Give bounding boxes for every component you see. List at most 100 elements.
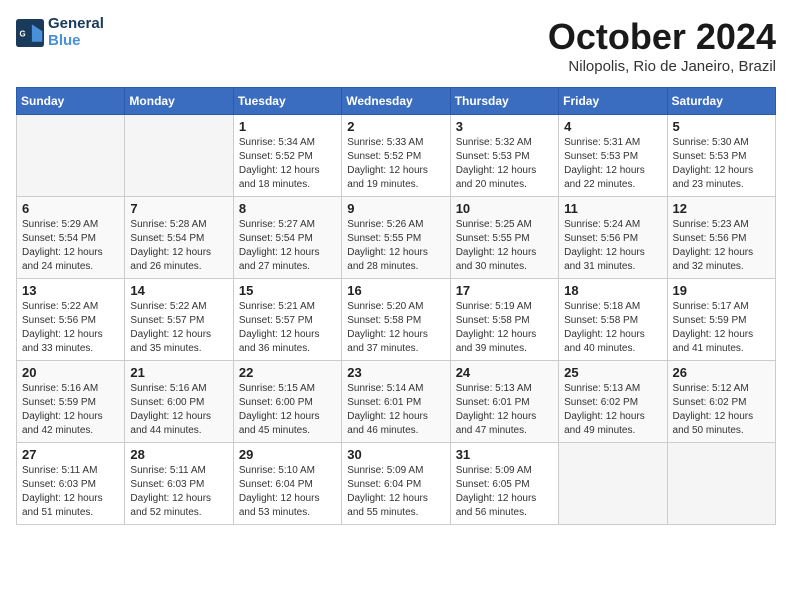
day-number: 16 (347, 283, 444, 298)
day-info: Sunrise: 5:10 AMSunset: 6:04 PMDaylight:… (239, 464, 336, 520)
calendar-cell: 5Sunrise: 5:30 AMSunset: 5:53 PMDaylight… (667, 115, 775, 197)
title-block: October 2024 Nilopolis, Rio de Janeiro, … (548, 16, 776, 75)
day-info: Sunrise: 5:25 AMSunset: 5:55 PMDaylight:… (456, 218, 553, 274)
day-number: 15 (239, 283, 336, 298)
calendar-cell (667, 443, 775, 525)
day-info: Sunrise: 5:16 AMSunset: 5:59 PMDaylight:… (22, 382, 119, 438)
day-number: 7 (130, 201, 227, 216)
day-info: Sunrise: 5:17 AMSunset: 5:59 PMDaylight:… (673, 300, 770, 356)
weekday-header-thursday: Thursday (450, 88, 558, 115)
week-row-5: 27Sunrise: 5:11 AMSunset: 6:03 PMDayligh… (17, 443, 776, 525)
weekday-header-wednesday: Wednesday (342, 88, 450, 115)
calendar-cell: 6 Sunrise: 5:29 AMSunset: 5:54 PMDaylight… (17, 197, 125, 279)
calendar-cell: 9Sunrise: 5:26 AMSunset: 5:55 PMDaylight… (342, 197, 450, 279)
day-number: 10 (456, 201, 553, 216)
day-info: Sunrise: 5:30 AMSunset: 5:53 PMDaylight:… (673, 136, 770, 192)
day-number: 25 (564, 365, 661, 380)
day-info: Sunrise: 5:33 AMSunset: 5:52 PMDaylight:… (347, 136, 444, 192)
day-info: Sunrise: 5:12 AMSunset: 6:02 PMDaylight:… (673, 382, 770, 438)
day-number: 29 (239, 447, 336, 462)
day-number: 1 (239, 119, 336, 134)
day-info: Sunrise: 5:21 AMSunset: 5:57 PMDaylight:… (239, 300, 336, 356)
day-info: Sunrise: 5:14 AMSunset: 6:01 PMDaylight:… (347, 382, 444, 438)
calendar-cell: 18Sunrise: 5:18 AMSunset: 5:58 PMDayligh… (559, 279, 667, 361)
day-number: 3 (456, 119, 553, 134)
weekday-header-tuesday: Tuesday (233, 88, 341, 115)
day-info: Sunrise: 5:34 AMSunset: 5:52 PMDaylight:… (239, 136, 336, 192)
month-title: October 2024 (548, 16, 776, 58)
calendar-cell: 12 Sunrise: 5:23 AMSunset: 5:56 PMDayligh… (667, 197, 775, 279)
week-row-2: 6 Sunrise: 5:29 AMSunset: 5:54 PMDaylight… (17, 197, 776, 279)
day-info: Sunrise: 5:13 AMSunset: 6:02 PMDaylight:… (564, 382, 661, 438)
day-number: 31 (456, 447, 553, 462)
week-row-3: 13 Sunrise: 5:22 AMSunset: 5:56 PMDayligh… (17, 279, 776, 361)
calendar-cell: 4 Sunrise: 5:31 AMSunset: 5:53 PMDaylight… (559, 115, 667, 197)
logo: G General Blue (16, 16, 104, 49)
calendar-cell: 8 Sunrise: 5:27 AMSunset: 5:54 PMDaylight… (233, 197, 341, 279)
calendar-cell: 30Sunrise: 5:09 AMSunset: 6:04 PMDayligh… (342, 443, 450, 525)
day-number: 22 (239, 365, 336, 380)
day-info: Sunrise: 5:31 AMSunset: 5:53 PMDaylight:… (564, 136, 661, 192)
calendar-cell (17, 115, 125, 197)
calendar-cell (125, 115, 233, 197)
day-info: Sunrise: 5:19 AMSunset: 5:58 PMDaylight:… (456, 300, 553, 356)
day-number: 28 (130, 447, 227, 462)
day-number: 24 (456, 365, 553, 380)
day-number: 20 (22, 365, 119, 380)
day-number: 2 (347, 119, 444, 134)
calendar-cell: 22 Sunrise: 5:15 AMSunset: 6:00 PMDayligh… (233, 361, 341, 443)
calendar-cell: 13 Sunrise: 5:22 AMSunset: 5:56 PMDayligh… (17, 279, 125, 361)
calendar-cell: 25 Sunrise: 5:13 AMSunset: 6:02 PMDayligh… (559, 361, 667, 443)
day-info: Sunrise: 5:24 AMSunset: 5:56 PMDaylight:… (564, 218, 661, 274)
calendar-cell: 31Sunrise: 5:09 AMSunset: 6:05 PMDayligh… (450, 443, 558, 525)
calendar-cell: 23 Sunrise: 5:14 AMSunset: 6:01 PMDayligh… (342, 361, 450, 443)
day-info: Sunrise: 5:22 AMSunset: 5:56 PMDaylight:… (22, 300, 119, 356)
calendar-cell: 1 Sunrise: 5:34 AMSunset: 5:52 PMDaylight… (233, 115, 341, 197)
calendar-cell: 28Sunrise: 5:11 AMSunset: 6:03 PMDayligh… (125, 443, 233, 525)
page-header: G General Blue October 2024 Nilopolis, R… (16, 16, 776, 75)
calendar-cell: 11 Sunrise: 5:24 AMSunset: 5:56 PMDayligh… (559, 197, 667, 279)
day-info: Sunrise: 5:29 AMSunset: 5:54 PMDaylight:… (22, 218, 119, 274)
calendar-cell: 15 Sunrise: 5:21 AMSunset: 5:57 PMDayligh… (233, 279, 341, 361)
day-info: Sunrise: 5:27 AMSunset: 5:54 PMDaylight:… (239, 218, 336, 274)
calendar-cell: 2 Sunrise: 5:33 AMSunset: 5:52 PMDaylight… (342, 115, 450, 197)
location: Nilopolis, Rio de Janeiro, Brazil (548, 58, 776, 75)
calendar-cell: 7 Sunrise: 5:28 AMSunset: 5:54 PMDaylight… (125, 197, 233, 279)
day-number: 8 (239, 201, 336, 216)
logo-icon: G (16, 19, 44, 47)
day-info: Sunrise: 5:11 AMSunset: 6:03 PMDaylight:… (22, 464, 119, 520)
day-number: 11 (564, 201, 661, 216)
day-number: 12 (673, 201, 770, 216)
calendar-cell: 26 Sunrise: 5:12 AMSunset: 6:02 PMDayligh… (667, 361, 775, 443)
calendar-cell: 19 Sunrise: 5:17 AMSunset: 5:59 PMDayligh… (667, 279, 775, 361)
day-number: 4 (564, 119, 661, 134)
day-number: 14 (130, 283, 227, 298)
weekday-header-friday: Friday (559, 88, 667, 115)
day-number: 23 (347, 365, 444, 380)
day-info: Sunrise: 5:28 AMSunset: 5:54 PMDaylight:… (130, 218, 227, 274)
day-number: 17 (456, 283, 553, 298)
day-number: 26 (673, 365, 770, 380)
day-info: Sunrise: 5:13 AMSunset: 6:01 PMDaylight:… (456, 382, 553, 438)
calendar-cell: 21Sunrise: 5:16 AMSunset: 6:00 PMDayligh… (125, 361, 233, 443)
day-number: 9 (347, 201, 444, 216)
day-number: 19 (673, 283, 770, 298)
logo-text: General Blue (48, 16, 104, 49)
day-info: Sunrise: 5:16 AMSunset: 6:00 PMDaylight:… (130, 382, 227, 438)
calendar-cell: 16 Sunrise: 5:20 AMSunset: 5:58 PMDayligh… (342, 279, 450, 361)
calendar-cell: 14 Sunrise: 5:22 AMSunset: 5:57 PMDayligh… (125, 279, 233, 361)
calendar-cell: 17 Sunrise: 5:19 AMSunset: 5:58 PMDayligh… (450, 279, 558, 361)
day-info: Sunrise: 5:20 AMSunset: 5:58 PMDaylight:… (347, 300, 444, 356)
day-number: 13 (22, 283, 119, 298)
week-row-1: 1 Sunrise: 5:34 AMSunset: 5:52 PMDaylight… (17, 115, 776, 197)
weekday-header-monday: Monday (125, 88, 233, 115)
day-number: 6 (22, 201, 119, 216)
calendar-cell: 10 Sunrise: 5:25 AMSunset: 5:55 PMDayligh… (450, 197, 558, 279)
day-info: Sunrise: 5:22 AMSunset: 5:57 PMDaylight:… (130, 300, 227, 356)
day-number: 18 (564, 283, 661, 298)
day-info: Sunrise: 5:15 AMSunset: 6:00 PMDaylight:… (239, 382, 336, 438)
calendar-cell: 27Sunrise: 5:11 AMSunset: 6:03 PMDayligh… (17, 443, 125, 525)
day-info: Sunrise: 5:23 AMSunset: 5:56 PMDaylight:… (673, 218, 770, 274)
day-info: Sunrise: 5:32 AMSunset: 5:53 PMDaylight:… (456, 136, 553, 192)
calendar-cell: 3 Sunrise: 5:32 AMSunset: 5:53 PMDaylight… (450, 115, 558, 197)
